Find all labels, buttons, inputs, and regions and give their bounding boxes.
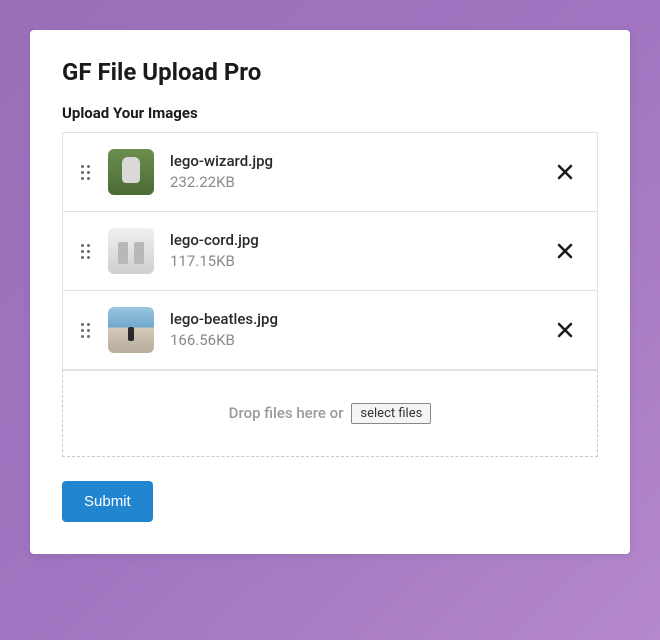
file-meta: lego-beatles.jpg 166.56KB bbox=[170, 309, 551, 351]
file-thumbnail bbox=[108, 149, 154, 195]
file-thumbnail bbox=[108, 228, 154, 274]
file-thumbnail bbox=[108, 307, 154, 353]
select-files-button[interactable]: select files bbox=[351, 403, 431, 424]
file-row: lego-wizard.jpg 232.22KB bbox=[63, 133, 597, 212]
drag-handle-icon[interactable] bbox=[81, 165, 90, 180]
upload-card: GF File Upload Pro Upload Your Images le… bbox=[30, 30, 630, 554]
file-list: lego-wizard.jpg 232.22KB lego-cord.jpg 1… bbox=[62, 132, 598, 370]
remove-file-button[interactable] bbox=[551, 316, 579, 344]
field-label: Upload Your Images bbox=[62, 104, 598, 122]
drag-handle-icon[interactable] bbox=[81, 244, 90, 259]
remove-file-button[interactable] bbox=[551, 237, 579, 265]
file-name: lego-wizard.jpg bbox=[170, 151, 551, 172]
remove-file-button[interactable] bbox=[551, 158, 579, 186]
close-icon bbox=[557, 322, 573, 338]
drag-handle-icon[interactable] bbox=[81, 323, 90, 338]
file-row: lego-cord.jpg 117.15KB bbox=[63, 212, 597, 291]
file-meta: lego-cord.jpg 117.15KB bbox=[170, 230, 551, 272]
file-size: 232.22KB bbox=[170, 172, 551, 193]
submit-button[interactable]: Submit bbox=[62, 481, 153, 522]
file-name: lego-beatles.jpg bbox=[170, 309, 551, 330]
file-name: lego-cord.jpg bbox=[170, 230, 551, 251]
file-meta: lego-wizard.jpg 232.22KB bbox=[170, 151, 551, 193]
file-row: lego-beatles.jpg 166.56KB bbox=[63, 291, 597, 370]
file-size: 166.56KB bbox=[170, 330, 551, 351]
file-size: 117.15KB bbox=[170, 251, 551, 272]
close-icon bbox=[557, 164, 573, 180]
drop-zone[interactable]: Drop files here or select files bbox=[62, 370, 598, 457]
drop-zone-text: Drop files here or bbox=[229, 404, 344, 422]
page-title: GF File Upload Pro bbox=[62, 58, 598, 86]
close-icon bbox=[557, 243, 573, 259]
